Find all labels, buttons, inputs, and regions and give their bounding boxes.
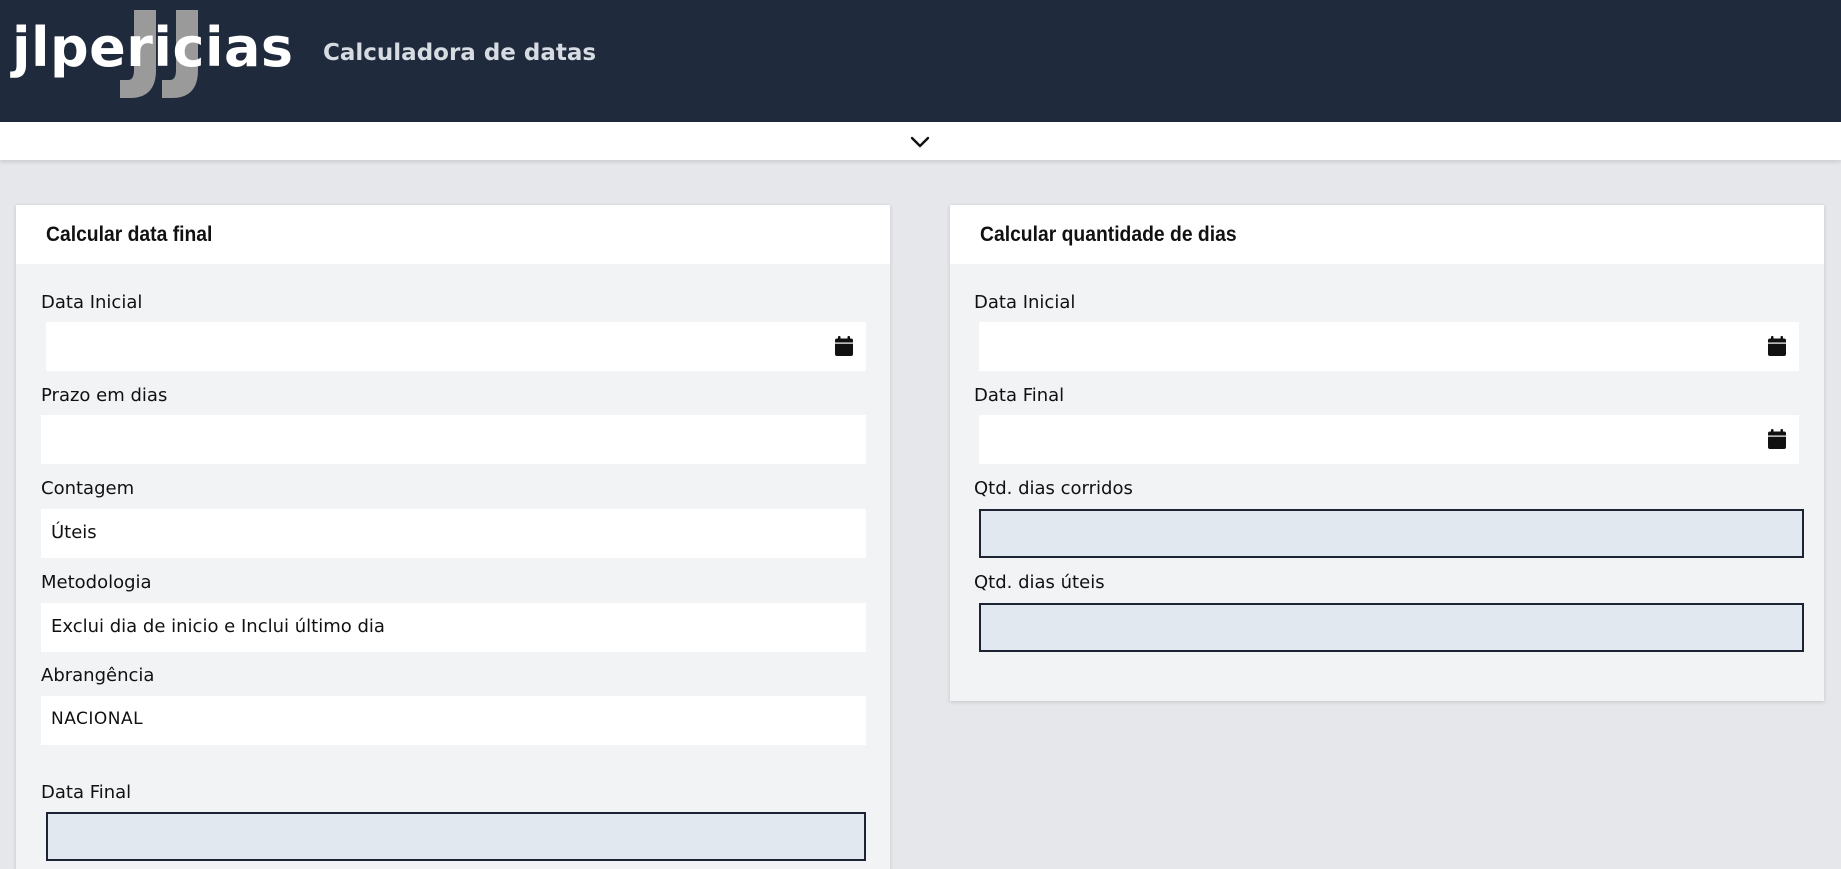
abrangencia-value: NACIONAL: [51, 709, 144, 729]
contagem-value: Úteis: [51, 522, 97, 543]
data-inicial-label: Data Inicial: [974, 292, 1076, 313]
dias-uteis-output: [979, 603, 1804, 652]
app-title: Calculadora de datas: [323, 40, 597, 66]
contagem-label: Contagem: [41, 478, 135, 499]
dias-corridos-output: [979, 509, 1804, 558]
metodologia-value: Exclui dia de inicio e Inclui último dia: [51, 616, 385, 637]
data-final-input[interactable]: [979, 415, 1799, 464]
calendar-icon[interactable]: [835, 336, 853, 356]
data-inicial-label: Data Inicial: [41, 292, 143, 313]
abrangencia-label: Abrangência: [41, 665, 155, 686]
card-calcular-quantidade-dias: Calcular quantidade de dias Data Inicial…: [950, 205, 1824, 701]
chevron-down-icon[interactable]: [908, 130, 932, 154]
card-header: Calcular quantidade de dias: [950, 205, 1824, 264]
card-header: Calcular data final: [16, 205, 890, 264]
top-bar: jlpericias Calculadora de datas: [0, 0, 1841, 122]
metodologia-label: Metodologia: [41, 572, 152, 593]
logo-text: jlpericias: [12, 16, 294, 79]
data-inicial-input[interactable]: [979, 322, 1799, 371]
contagem-select[interactable]: Úteis: [41, 509, 866, 558]
prazo-input[interactable]: [41, 415, 866, 464]
calendar-icon[interactable]: [1768, 336, 1786, 356]
card-title: Calcular quantidade de dias: [980, 223, 1237, 246]
data-inicial-input[interactable]: [46, 322, 866, 371]
card-calcular-data-final: Calcular data final Data Inicial Prazo e…: [16, 205, 890, 869]
prazo-label: Prazo em dias: [41, 385, 168, 406]
data-final-output: [46, 812, 866, 861]
card-title: Calcular data final: [46, 223, 213, 246]
logo[interactable]: jlpericias: [12, 8, 302, 98]
collapse-bar[interactable]: [0, 122, 1841, 160]
dias-uteis-label: Qtd. dias úteis: [974, 572, 1105, 593]
abrangencia-select[interactable]: NACIONAL: [41, 696, 866, 745]
calendar-icon[interactable]: [1768, 429, 1786, 449]
data-final-label: Data Final: [974, 385, 1065, 406]
metodologia-select[interactable]: Exclui dia de inicio e Inclui último dia: [41, 603, 866, 652]
data-final-label: Data Final: [41, 782, 132, 803]
dias-corridos-label: Qtd. dias corridos: [974, 478, 1133, 499]
